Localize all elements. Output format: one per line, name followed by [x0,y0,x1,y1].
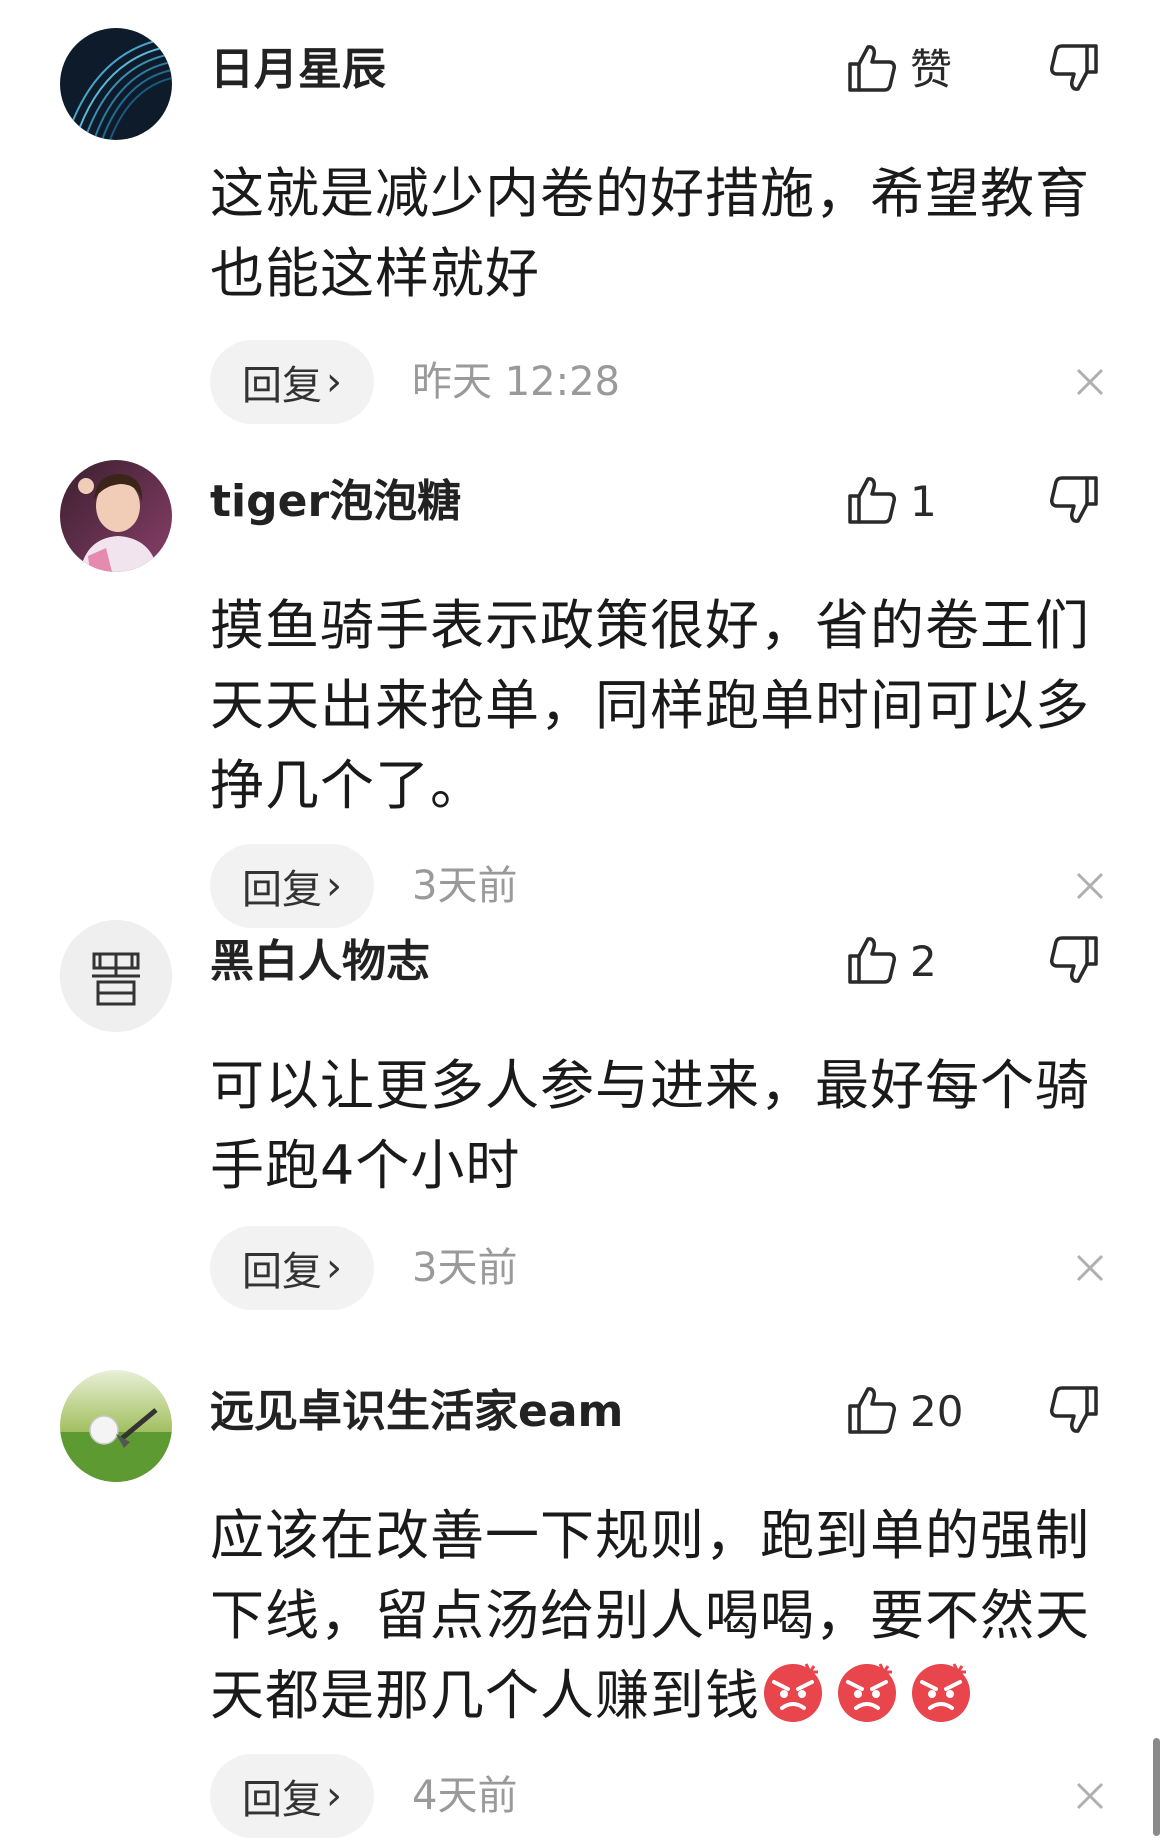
close-icon[interactable] [1070,1248,1110,1288]
thumbs-down-icon [1048,934,1100,990]
comment-text: 摸鱼骑手表示政策很好，省的卷王们天天出来抢单，同样跑单时间可以多挣几个了。 [210,594,1090,817]
scrollbar[interactable] [1153,1738,1160,1836]
username[interactable]: tiger泡泡糖 [210,480,461,524]
timestamp: 4天前 [412,1773,518,1819]
thumbs-down-icon [1048,42,1100,98]
like-count: 1 [910,477,937,526]
reply-label: 回复 [242,1777,322,1823]
reply-button[interactable]: 回复 › [210,1226,374,1310]
avatar[interactable] [60,460,172,572]
timestamp: 3天前 [412,1245,518,1291]
thumbs-up-icon [846,42,898,98]
reply-button[interactable]: 回复 › [210,1754,374,1838]
timestamp: 3天前 [412,863,518,909]
reply-label: 回复 [242,1249,322,1295]
like-button[interactable]: 20 [846,1382,963,1442]
comment-text: 这就是减少内卷的好措施，希望教育也能这样就好 [210,162,1090,305]
reply-label: 回复 [242,363,322,409]
chevron-right-icon: › [326,1773,342,1819]
comment-footer: 回复 › 3天前 [210,1226,1110,1310]
reply-button[interactable]: 回复 › [210,340,374,424]
avatar[interactable] [60,1370,172,1482]
thumbs-up-icon [846,474,898,530]
dislike-button[interactable] [1046,932,1102,992]
like-count: 2 [910,937,937,986]
like-button[interactable]: 1 [846,472,937,532]
angry-face-emoji [908,1658,974,1724]
avatar[interactable] [60,28,172,140]
angry-face-emoji [760,1658,826,1724]
dislike-button[interactable] [1046,472,1102,532]
comment-footer: 回复 › 4天前 [210,1754,1110,1838]
dislike-button[interactable] [1046,40,1102,100]
close-icon[interactable] [1070,1776,1110,1816]
like-button[interactable]: 2 [846,932,937,992]
close-icon[interactable] [1070,362,1110,402]
comment-footer: 回复 › 3天前 [210,844,1110,928]
like-label: 赞 [910,45,953,94]
comment-footer: 回复 › 昨天 12:28 [210,340,1110,424]
thumbs-down-icon [1048,474,1100,530]
reply-button[interactable]: 回复 › [210,844,374,928]
thumbs-down-icon [1048,1384,1100,1440]
username[interactable]: 远见卓识生活家eam [210,1390,623,1434]
chevron-right-icon: › [326,359,342,405]
like-button[interactable]: 赞 [846,40,952,100]
chevron-right-icon: › [326,863,342,909]
comment-text: 应该在改善一下规则，跑到单的强制下线，留点汤给别人喝喝，要不然天天都是那几个人赚… [210,1496,1100,1736]
reply-label: 回复 [242,867,322,913]
chevron-right-icon: › [326,1245,342,1291]
avatar[interactable] [60,920,172,1032]
timestamp: 昨天 12:28 [412,359,620,405]
close-icon[interactable] [1070,866,1110,906]
username[interactable]: 黑白人物志 [210,940,430,984]
comment-text: 可以让更多人参与进来，最好每个骑手跑4个小时 [210,1054,1090,1197]
angry-face-emoji [834,1658,900,1724]
dislike-button[interactable] [1046,1382,1102,1442]
thumbs-up-icon [846,1384,898,1440]
username[interactable]: 日月星辰 [210,48,386,92]
like-count: 20 [910,1387,964,1436]
thumbs-up-icon [846,934,898,990]
